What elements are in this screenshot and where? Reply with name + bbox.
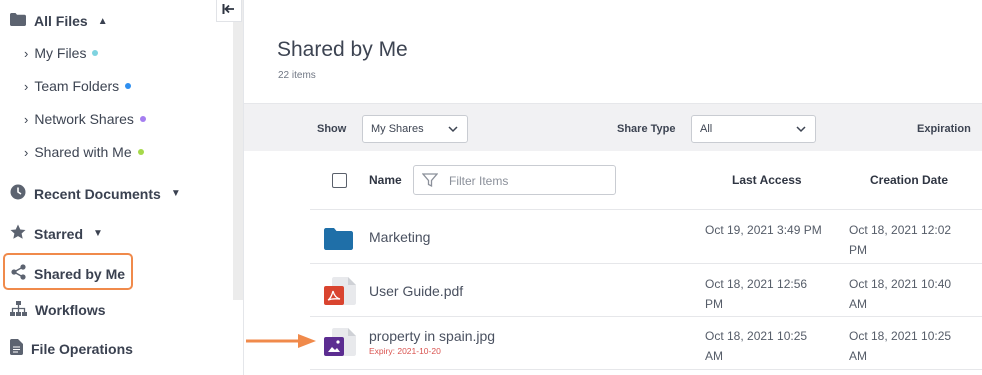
sidebar-item-label: Shared with Me (34, 144, 132, 160)
status-dot (139, 116, 146, 122)
sidebar-item-my-files[interactable]: › My Files (24, 45, 99, 61)
sidebar-item-label: Shared by Me (34, 265, 126, 282)
table-header: Name Filter Items Last Access Creation D… (310, 152, 982, 210)
sidebar-item-label: All Files (34, 13, 88, 29)
sidebar-item-workflows[interactable]: Workflows (10, 301, 106, 319)
show-label: Show (317, 123, 347, 135)
sidebar-item-label: Workflows (35, 302, 106, 318)
show-select-value: My Shares (371, 123, 424, 135)
creation-date-value: Oct 18, 2021 12:02 PM (849, 223, 952, 257)
filter-items-input[interactable]: Filter Items (413, 165, 616, 195)
sidebar-scrollbar[interactable] (233, 0, 243, 300)
last-access-value: Oct 19, 2021 3:49 PM (705, 223, 822, 237)
sidebar: All Files ▲ › My Files › Team Folders › … (0, 0, 244, 375)
chevron-right-icon: › (24, 78, 29, 94)
sidebar-item-network-shares[interactable]: › Network Shares (24, 111, 146, 127)
share-type-select[interactable]: All (691, 115, 816, 143)
chevron-right-icon: › (24, 45, 29, 61)
share-type-label: Share Type (617, 123, 676, 135)
creation-date-value: Oct 18, 2021 10:25 AM (849, 329, 952, 363)
status-dot (92, 50, 99, 56)
last-access-value: Oct 18, 2021 12:56 PM (705, 277, 808, 311)
image-icon (324, 328, 356, 361)
share-icon (11, 264, 26, 283)
collapse-sidebar-button[interactable] (216, 0, 242, 22)
creation-date-column-header[interactable]: Creation Date (870, 173, 948, 187)
sidebar-item-all-files[interactable]: All Files ▲ (10, 13, 108, 29)
annotation-arrow-icon (246, 333, 318, 354)
sidebar-item-label: My Files (34, 45, 87, 61)
select-all-checkbox[interactable] (332, 173, 347, 188)
sidebar-item-label: Starred (34, 225, 84, 242)
collapse-left-icon (222, 2, 236, 20)
last-access-value: Oct 18, 2021 10:25 AM (705, 329, 808, 363)
sidebar-item-shared-by-me[interactable]: Shared by Me (11, 264, 125, 283)
file-name[interactable]: Marketing (369, 229, 430, 245)
chevron-down-icon (448, 124, 458, 137)
main-content: Shared by Me 22 items Show My Shares Sha… (244, 0, 982, 375)
last-access-column-header[interactable]: Last Access (732, 173, 802, 187)
chevron-right-icon: › (24, 144, 29, 160)
file-name[interactable]: property in spain.jpg (369, 328, 495, 344)
share-type-select-value: All (700, 123, 713, 135)
sidebar-item-label: Network Shares (34, 111, 134, 127)
folder-icon (10, 13, 26, 29)
pdf-icon (324, 277, 356, 310)
clock-icon (10, 184, 26, 203)
workflow-icon (10, 301, 27, 319)
sidebar-item-label: Recent Documents (34, 185, 161, 202)
table-row[interactable]: Marketing Oct 19, 2021 3:49 PM Oct 18, 2… (310, 211, 982, 264)
show-select[interactable]: My Shares (362, 115, 468, 143)
star-icon (10, 224, 26, 243)
caret-down-icon: ▼ (170, 188, 181, 199)
sidebar-item-starred[interactable]: Starred ▼ (10, 224, 103, 243)
sidebar-item-file-operations[interactable]: File Operations (10, 339, 133, 358)
table-row[interactable]: property in spain.jpg Expiry: 2021-10-20… (310, 317, 982, 370)
table-row[interactable]: User Guide.pdf Oct 18, 2021 12:56 PM Oct… (310, 264, 982, 317)
document-icon (10, 339, 23, 358)
sidebar-item-team-folders[interactable]: › Team Folders (24, 78, 132, 94)
sidebar-item-label: Team Folders (34, 78, 120, 94)
filter-bar: Show My Shares Share Type All Expiration (244, 103, 982, 151)
chevron-down-icon (796, 124, 806, 137)
folder-icon (324, 228, 353, 255)
name-column-header[interactable]: Name (369, 173, 402, 187)
chevron-right-icon: › (24, 111, 29, 127)
sidebar-item-recent-documents[interactable]: Recent Documents ▼ (10, 184, 181, 203)
item-count: 22 items (278, 70, 316, 81)
sidebar-item-label: File Operations (31, 340, 133, 357)
sidebar-item-shared-with-me[interactable]: › Shared with Me (24, 144, 144, 160)
status-dot (137, 149, 144, 155)
caret-up-icon: ▲ (97, 15, 108, 27)
status-dot (125, 83, 132, 89)
caret-down-icon: ▼ (93, 228, 103, 239)
creation-date-value: Oct 18, 2021 10:40 AM (849, 277, 952, 311)
page-title: Shared by Me (277, 38, 408, 61)
expiration-label: Expiration (917, 123, 971, 135)
expiry-label: Expiry: 2021-10-20 (369, 346, 441, 356)
filter-placeholder: Filter Items (449, 174, 509, 188)
file-name[interactable]: User Guide.pdf (369, 283, 463, 299)
